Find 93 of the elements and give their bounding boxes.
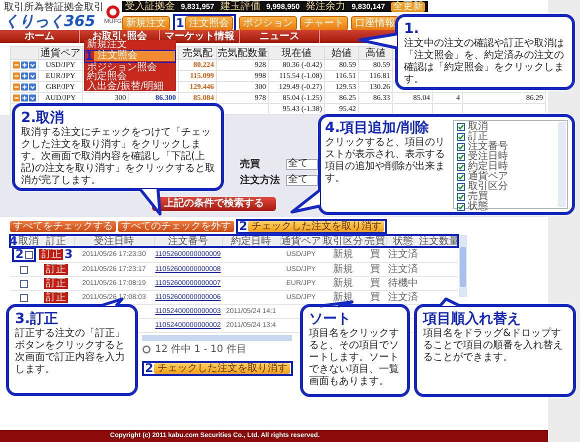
callout-title: ソート (309, 311, 352, 328)
callout-text: 取消する注文にチェックをつけて「チェックした注文を取り消す」をクリックします。次画面で取消内容を確認し「下記(上記)の注文を取り消す」をクリックすると取消が完了します。 (21, 127, 215, 187)
step-number: 3 (64, 249, 73, 260)
column-option[interactable]: 状態 (455, 202, 558, 212)
account-label: 発注余力 (306, 1, 346, 12)
callout-title: 2.取消 (21, 110, 66, 126)
checkbox[interactable] (24, 250, 33, 258)
tagline: 取引所為替証拠金取引 (4, 2, 104, 12)
nav-tab[interactable]: ニュース (240, 30, 320, 43)
account-label: 受入証拠金 (124, 1, 175, 12)
table-cell: 待機中 (386, 276, 420, 290)
table-cell: 新規 (322, 247, 364, 262)
column-option[interactable]: 通貨ペア (455, 172, 558, 182)
column-header[interactable]: 始値 (324, 46, 358, 60)
down-arrow-icon[interactable] (29, 94, 36, 102)
step-number: 2 (15, 249, 24, 260)
column-header[interactable]: 取引区分 (323, 236, 363, 246)
checkbox[interactable] (457, 153, 465, 161)
step-number: 1 (176, 18, 184, 29)
checkbox[interactable] (457, 173, 465, 181)
callout-text: 訂正する注文の「訂正」ボタンをクリックすると次画面で訂正内容を入力します。 (15, 328, 126, 376)
search-button[interactable]: 上記の条件で検索する (152, 197, 276, 211)
down-arrow-icon[interactable] (29, 72, 36, 80)
callout-title: 項目順入れ替え (423, 311, 522, 328)
callout-title: 1. (404, 21, 420, 38)
column-option[interactable]: 取消 (455, 122, 558, 132)
callout-title: 3.訂正 (15, 311, 60, 328)
scrollbar[interactable] (558, 122, 566, 207)
column-option[interactable]: 売買 (455, 192, 558, 202)
checkbox[interactable] (457, 183, 465, 191)
table-cell: 新規 (322, 262, 364, 276)
edit-button[interactable]: 訂正 (44, 292, 68, 303)
check-button[interactable]: すべてのチェックを外す (118, 221, 234, 232)
refresh-icon[interactable] (142, 344, 151, 354)
table-cell: 新規 (322, 276, 364, 290)
table-cell: 注文済 (386, 247, 420, 262)
field-label: 売買 (240, 158, 261, 170)
checkbox[interactable] (457, 193, 465, 201)
checkbox[interactable] (20, 280, 28, 288)
column-option[interactable]: 取引区分 (455, 182, 558, 192)
callout-text: 項目名をクリックすると、その項目でソートします。ソートできない項目、一覧画面もあります。 (309, 328, 400, 388)
step-number: 2 (239, 221, 248, 232)
cancel-orders-button[interactable]: チェックした注文を取り消す (248, 221, 384, 232)
dropdown-field[interactable]: 全て (286, 158, 318, 170)
column-option[interactable]: 注文番号 (455, 142, 558, 152)
column-header[interactable]: 取消 (18, 236, 38, 246)
callout-text: クリックすると、項目のリストが表示され、表示する項目の追加や削除が出来ます。 (325, 137, 446, 185)
callout-text: 注文中の注文の確認や訂正や取消は「注文照会」を、約定済みの注文の確認は「約定照会」をクリックします。 (404, 38, 565, 86)
checkbox[interactable] (20, 294, 28, 302)
callout-text: 項目名をドラッグ&ドロップすることで項目の順番を入れ替えることができます。 (423, 328, 564, 364)
checkbox[interactable] (457, 163, 465, 171)
step-number: 2 (145, 363, 154, 374)
column-option[interactable]: 受注日時 (455, 152, 558, 162)
step-number: 1 (85, 50, 94, 62)
down-arrow-icon[interactable] (29, 83, 36, 91)
cancel-orders-button[interactable]: チェックした注文を取り消す (154, 363, 290, 374)
edit-button[interactable]: 訂正 (39, 249, 64, 260)
field-label: 注文方法 (240, 174, 281, 186)
checkbox[interactable] (457, 123, 465, 131)
table-cell: 注文済 (386, 262, 420, 276)
column-header[interactable]: 売買 (365, 236, 385, 246)
account-label: 建玉評価 (220, 1, 260, 12)
pagination-text: 12 件中 1 - 10 件目 (155, 344, 246, 354)
logo: くりっく365 (4, 12, 96, 28)
menu-item[interactable]: 約定照会 (84, 72, 176, 82)
dropdown-field[interactable]: 全て (286, 174, 318, 186)
column-header[interactable]: 高値 (358, 46, 392, 60)
column-header[interactable]: 注文数量 (419, 236, 459, 246)
checkbox[interactable] (20, 266, 28, 274)
menu-item[interactable]: ポジション照会 (84, 62, 176, 72)
scrollbar[interactable] (142, 335, 292, 341)
checkbox[interactable] (457, 143, 465, 151)
scrollbar[interactable] (458, 235, 466, 297)
table-cell: 買 (364, 262, 386, 276)
down-arrow-icon[interactable] (29, 61, 36, 69)
column-option[interactable]: 約定日時 (455, 162, 558, 172)
column-option[interactable]: 訂正 (455, 132, 558, 142)
menu-item[interactable]: 新規注文 (84, 40, 176, 50)
nav-tab[interactable]: ホーム (0, 30, 80, 43)
menu-item[interactable]: 入出金/振替/明細 (84, 82, 176, 91)
table-cell: 買 (364, 247, 386, 262)
table-cell: 買 (364, 276, 386, 290)
column-header[interactable]: 通貨ペア (38, 46, 82, 60)
column-header[interactable]: 売気配 (178, 46, 216, 60)
column-header[interactable]: 売気配数量 (216, 46, 268, 60)
column-header[interactable]: 通貨ペア (281, 236, 321, 246)
edit-button[interactable]: 訂正 (44, 278, 68, 289)
callout-title: 4.項目追加/削除 (325, 120, 430, 137)
check-button[interactable]: すべてをチェックする (10, 221, 116, 232)
edit-button[interactable]: 訂正 (44, 264, 68, 275)
checkbox[interactable] (457, 133, 465, 141)
column-header[interactable]: 現在値 (268, 46, 324, 60)
checkbox[interactable] (457, 203, 465, 211)
